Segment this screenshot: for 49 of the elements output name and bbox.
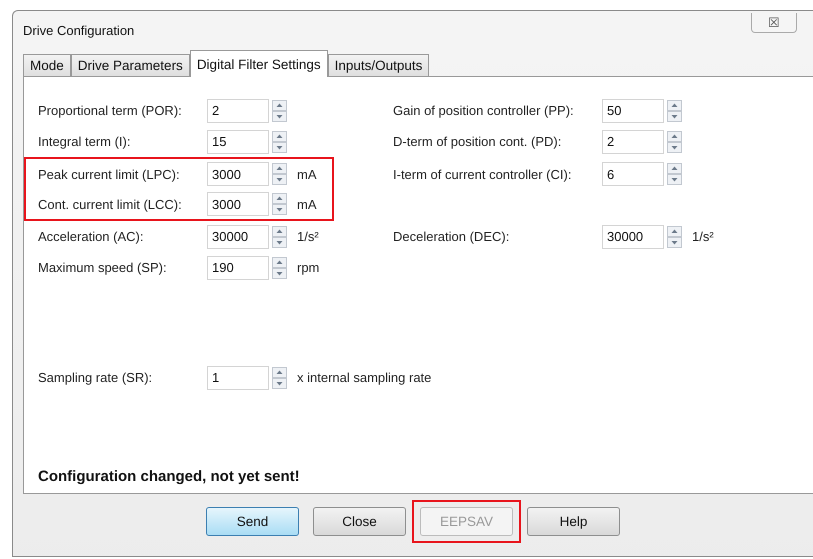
unit-label: x internal sampling rate	[297, 370, 432, 385]
tab[interactable]: Digital Filter Settings	[190, 50, 328, 77]
dialog-button[interactable]: Help	[527, 507, 620, 536]
number-field[interactable]: 30000	[602, 224, 664, 248]
number-field[interactable]: 190	[207, 256, 269, 280]
unit-label: mA	[297, 196, 316, 212]
field-label: I-term of current controller (CI):	[393, 166, 572, 182]
spinner-arrows-icon[interactable]	[272, 193, 287, 215]
unit-label: rpm	[297, 260, 320, 275]
field-label: Gain of position controller (PP):	[393, 103, 575, 118]
unit-label: 1/s²	[692, 229, 714, 244]
number-field[interactable]: 3000	[207, 192, 269, 216]
field-label: Cont. current limit (LCC):	[38, 196, 183, 212]
tab[interactable]: Mode	[23, 54, 71, 76]
status-message: Configuration changed, not yet sent!	[38, 468, 301, 485]
number-field[interactable]: 1	[207, 366, 269, 390]
spinner-arrows-icon[interactable]	[667, 226, 682, 248]
field-label: Integral term (I):	[38, 134, 132, 149]
spinner-arrows-icon[interactable]	[667, 100, 682, 122]
close-button[interactable]: ☒	[751, 13, 797, 33]
spinner-arrows-icon[interactable]	[272, 256, 287, 278]
number-field[interactable]: 15	[207, 130, 269, 154]
number-field[interactable]: 50	[602, 98, 664, 122]
number-field[interactable]: 2	[207, 98, 269, 122]
unit-label: mA	[297, 166, 316, 182]
dialog-button[interactable]: Close	[313, 507, 406, 536]
spinner-arrows-icon[interactable]	[272, 100, 287, 122]
dialog-button[interactable]: Send	[206, 507, 299, 536]
field-label: D-term of position cont. (PD):	[393, 134, 562, 149]
number-field[interactable]: 6	[602, 162, 664, 186]
field-label: Acceleration (AC):	[38, 229, 144, 244]
spinner-arrows-icon[interactable]	[272, 366, 287, 388]
number-field[interactable]: 30000	[207, 224, 269, 248]
tab[interactable]: Inputs/Outputs	[328, 54, 430, 76]
field-label: Deceleration (DEC):	[393, 229, 510, 244]
spinner-arrows-icon[interactable]	[667, 163, 682, 185]
spinner-arrows-icon[interactable]	[667, 130, 682, 152]
number-field[interactable]: 3000	[207, 162, 269, 186]
field-label: Proportional term (POR):	[38, 103, 183, 118]
spinner-arrows-icon[interactable]	[272, 163, 287, 185]
number-field[interactable]: 2	[602, 130, 664, 154]
spinner-arrows-icon[interactable]	[272, 226, 287, 248]
window-title: Drive Configuration	[23, 22, 134, 38]
field-label: Sampling rate (SR):	[38, 370, 154, 385]
field-label: Maximum speed (SP):	[38, 260, 168, 275]
unit-label: 1/s²	[297, 229, 319, 244]
spinner-arrows-icon[interactable]	[272, 130, 287, 152]
field-label: Peak current limit (LPC):	[38, 166, 181, 182]
tab[interactable]: Drive Parameters	[70, 54, 190, 76]
